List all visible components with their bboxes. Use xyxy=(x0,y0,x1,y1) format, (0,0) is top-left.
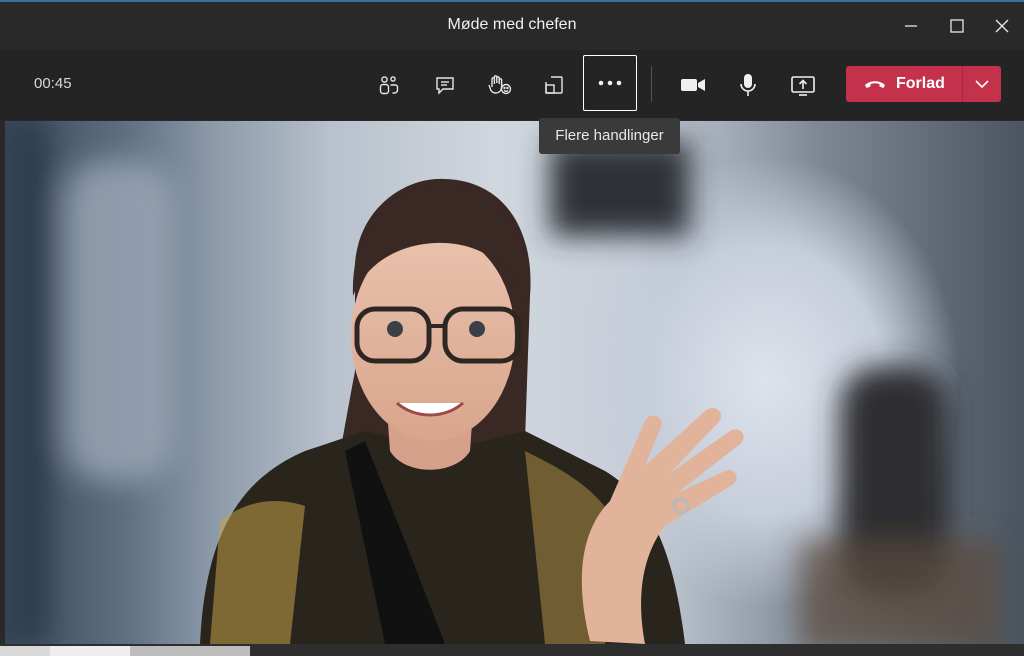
leave-label: Forlad xyxy=(896,75,945,92)
taskbar-item xyxy=(0,646,50,656)
minimize-icon xyxy=(905,25,917,27)
maximize-button[interactable] xyxy=(937,8,977,44)
reactions-icon xyxy=(488,75,512,95)
minimize-button[interactable] xyxy=(891,8,931,44)
chat-button[interactable] xyxy=(420,59,470,111)
chat-icon xyxy=(436,77,454,95)
hang-up-icon xyxy=(865,81,885,88)
people-icon xyxy=(379,76,399,95)
meeting-toolbar: 00:45 Forlad xyxy=(0,50,1024,120)
more-actions-button[interactable] xyxy=(583,55,637,111)
participant-video-feed xyxy=(5,121,1000,644)
close-icon xyxy=(995,19,1009,33)
taskbar-item xyxy=(50,646,130,656)
title-bar: Møde med chefen xyxy=(0,0,1024,50)
rooms-icon xyxy=(545,76,563,94)
maximize-icon xyxy=(950,19,964,33)
participant-video xyxy=(5,121,1024,644)
taskbar-strip xyxy=(0,644,1024,656)
chevron-down-icon xyxy=(975,80,989,88)
leave-button[interactable]: Forlad xyxy=(846,66,962,102)
share-content-button[interactable] xyxy=(778,59,828,111)
leave-button-group: Forlad xyxy=(846,66,1001,102)
camera-icon xyxy=(681,79,705,91)
mic-icon xyxy=(740,74,756,96)
taskbar-item xyxy=(130,646,250,656)
leave-options-button[interactable] xyxy=(963,66,1001,102)
camera-button[interactable] xyxy=(668,59,718,111)
close-button[interactable] xyxy=(982,8,1022,44)
more-actions-icon xyxy=(598,80,622,86)
meeting-timer: 00:45 xyxy=(34,75,72,92)
more-actions-tooltip: Flere handlinger xyxy=(539,118,680,154)
reactions-button[interactable] xyxy=(475,59,525,111)
microphone-button[interactable] xyxy=(723,59,773,111)
participants-button[interactable] xyxy=(364,59,414,111)
breakout-rooms-button[interactable] xyxy=(529,59,579,111)
meeting-title: Møde med chefen xyxy=(447,16,577,33)
share-icon xyxy=(791,76,815,96)
teams-meeting-window: Møde med chefen 00:45 Forlad Flere handl… xyxy=(0,0,1024,656)
toolbar-separator xyxy=(651,66,652,102)
